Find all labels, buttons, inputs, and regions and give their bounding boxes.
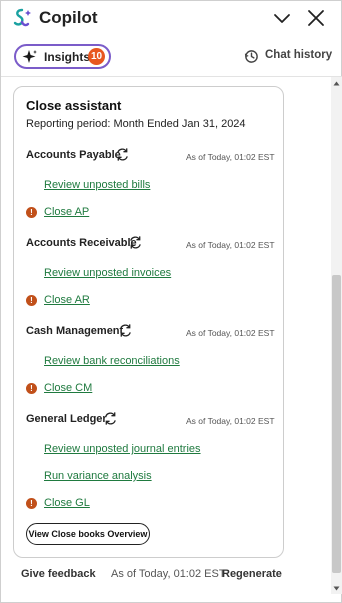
give-feedback-link[interactable]: Give feedback	[21, 568, 96, 580]
close-assistant-card: Close assistant Reporting period: Month …	[13, 86, 284, 558]
warning-icon: !	[26, 295, 37, 306]
link-run-variance-analysis[interactable]: Run variance analysis	[44, 470, 152, 482]
scroll-up-arrow-icon[interactable]	[333, 80, 340, 87]
history-clock-icon	[244, 50, 258, 63]
panel-title: Copilot	[39, 8, 98, 27]
copilot-logo-icon	[13, 8, 31, 27]
link-close-cm[interactable]: Close CM	[44, 382, 92, 394]
link-review-unposted-bills[interactable]: Review unposted bills	[44, 179, 150, 191]
copilot-panel: Copilot Insights 10 Chat history Close a…	[0, 0, 342, 603]
sparkle-icon	[22, 50, 37, 63]
section-heading-cash-management: Cash Management	[26, 325, 124, 337]
refresh-icon[interactable]	[118, 323, 133, 338]
chat-history-label: Chat history	[265, 49, 333, 61]
section-heading-general-ledger: General Ledger	[26, 413, 107, 425]
link-review-bank-reconciliations[interactable]: Review bank reconciliations	[44, 355, 180, 367]
link-close-ar[interactable]: Close AR	[44, 294, 90, 306]
footer-as-of: As of Today, 01:02 EST	[111, 568, 226, 580]
section-heading-accounts-receivable: Accounts Receivable	[26, 237, 137, 249]
section-heading-accounts-payable: Accounts Payable	[26, 149, 121, 161]
close-icon[interactable]	[306, 8, 326, 28]
insights-label: Insights	[44, 50, 91, 64]
section-as-of: As of Today, 01:02 EST	[186, 416, 275, 426]
reporting-period: Reporting period: Month Ended Jan 31, 20…	[26, 118, 246, 130]
link-review-unposted-journal-entries[interactable]: Review unposted journal entries	[44, 443, 201, 455]
panel-header: Copilot	[1, 1, 342, 35]
card-title: Close assistant	[26, 98, 122, 113]
scrollbar-thumb[interactable]	[332, 275, 341, 573]
tab-insights[interactable]: Insights 10	[14, 44, 111, 69]
warning-icon: !	[26, 207, 37, 218]
insights-count-badge: 10	[88, 48, 105, 65]
link-close-ap[interactable]: Close AP	[44, 206, 89, 218]
refresh-icon[interactable]	[103, 411, 118, 426]
regenerate-button[interactable]: Regenerate	[222, 568, 282, 580]
panel-footer: Give feedback As of Today, 01:02 EST Reg…	[1, 567, 331, 585]
warning-icon: !	[26, 498, 37, 509]
header-divider	[1, 76, 342, 77]
refresh-icon[interactable]	[128, 235, 143, 250]
refresh-icon[interactable]	[115, 147, 130, 162]
link-review-unposted-invoices[interactable]: Review unposted invoices	[44, 267, 171, 279]
link-close-gl[interactable]: Close GL	[44, 497, 90, 509]
warning-icon: !	[26, 383, 37, 394]
scrollbar[interactable]	[331, 77, 342, 594]
section-as-of: As of Today, 01:02 EST	[186, 328, 275, 338]
scroll-down-arrow-icon[interactable]	[333, 585, 340, 592]
view-close-books-overview-button[interactable]: View Close books Overview	[26, 523, 150, 545]
chevron-down-icon[interactable]	[272, 8, 292, 28]
section-as-of: As of Today, 01:02 EST	[186, 240, 275, 250]
section-as-of: As of Today, 01:02 EST	[186, 152, 275, 162]
